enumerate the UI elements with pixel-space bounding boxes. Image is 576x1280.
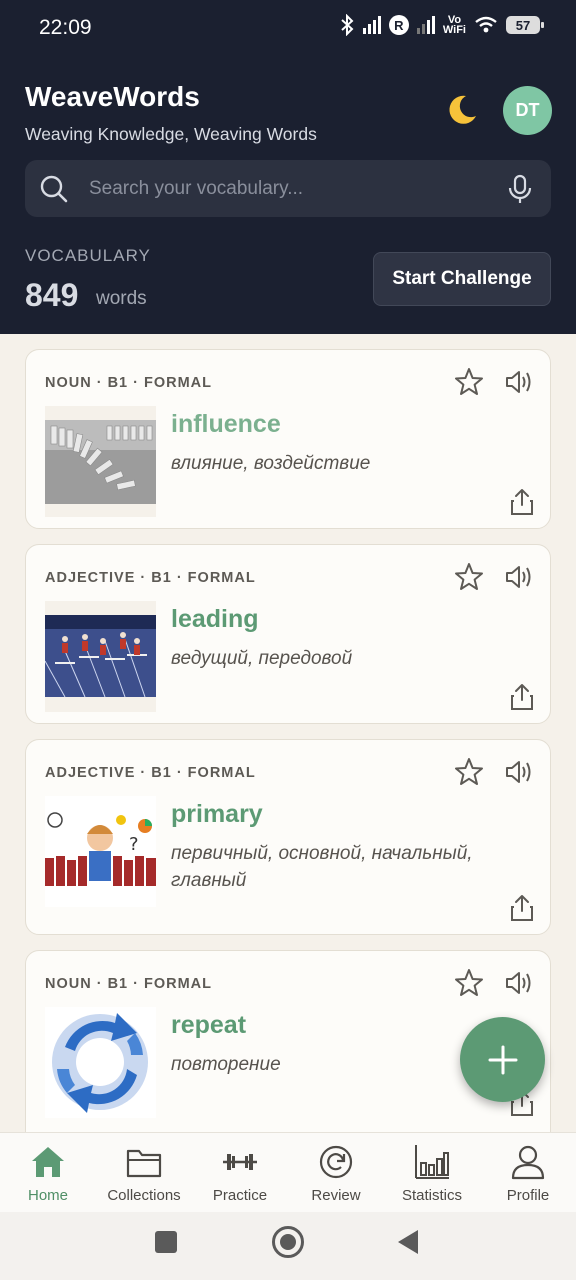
nav-label: Practice (212, 1187, 268, 1204)
share-icon[interactable] (510, 683, 534, 711)
word-card[interactable]: NOUN · B1 · FORMAL influence влияние, во… (25, 349, 551, 529)
bottom-nav: Home Collections Practice Review Statist… (0, 1132, 576, 1212)
add-word-button[interactable] (460, 1017, 545, 1102)
vocabulary-unit: words (96, 288, 147, 309)
search-input[interactable] (89, 160, 489, 217)
word-translation: первичный, основной, начальный, главный (171, 843, 473, 891)
share-icon[interactable] (510, 894, 534, 922)
vowifi-indicator: Vo WiFi (442, 14, 466, 36)
home-icon (32, 1147, 64, 1177)
word-tags: NOUN · B1 · FORMAL (45, 375, 213, 391)
system-nav-bar (0, 1212, 576, 1280)
word-image-dominoes (45, 406, 156, 517)
wifi-icon (475, 16, 497, 33)
word-card[interactable]: ADJECTIVE · B1 · FORMAL leading ведущий,… (25, 544, 551, 724)
search-icon (40, 175, 68, 203)
app-header: 22:09 R Vo WiFi 57 WeaveWords Weaving Kno… (0, 0, 576, 334)
nav-statistics[interactable]: Statistics (384, 1133, 480, 1213)
star-icon[interactable] (454, 562, 484, 592)
word-card[interactable]: ADJECTIVE · B1 · FORMAL ? primary первич… (25, 739, 551, 935)
bluetooth-icon (341, 14, 354, 36)
nav-profile[interactable]: Profile (480, 1133, 576, 1213)
speaker-icon[interactable] (504, 563, 534, 591)
star-icon[interactable] (454, 968, 484, 998)
dumbbell-icon (223, 1154, 257, 1170)
folder-icon (126, 1149, 162, 1178)
bar-chart-icon (415, 1145, 449, 1179)
status-icons: R Vo WiFi 57 (339, 14, 544, 36)
cell-signal-2-icon (416, 16, 435, 34)
moon-icon[interactable] (444, 92, 480, 128)
word-image-school-child: ? (45, 796, 156, 907)
app-title: WeaveWords (25, 81, 200, 112)
nav-home[interactable]: Home (0, 1133, 96, 1213)
nav-practice[interactable]: Practice (192, 1133, 288, 1213)
word-title: repeat (171, 1011, 247, 1039)
vocabulary-count: 849 (25, 277, 79, 313)
avatar[interactable]: DT (503, 86, 552, 135)
search-bar (25, 160, 551, 217)
speaker-icon[interactable] (504, 969, 534, 997)
home-button[interactable] (272, 1226, 304, 1258)
word-title: leading (171, 605, 259, 633)
status-time: 22:09 (39, 16, 92, 39)
user-icon (511, 1145, 545, 1180)
vocabulary-label: VOCABULARY (25, 246, 151, 265)
word-translation: влияние, воздействие (171, 453, 371, 474)
nav-review[interactable]: Review (288, 1133, 384, 1213)
share-icon[interactable] (510, 488, 534, 516)
star-icon[interactable] (454, 757, 484, 787)
star-icon[interactable] (454, 367, 484, 397)
nav-label: Collections (107, 1187, 181, 1204)
nav-label: Statistics (401, 1187, 462, 1204)
word-list: NOUN · B1 · FORMAL influence влияние, во… (0, 334, 576, 1132)
word-title: primary (171, 800, 263, 828)
microphone-icon[interactable] (507, 174, 533, 204)
speaker-icon[interactable] (504, 368, 534, 396)
word-tags: ADJECTIVE · B1 · FORMAL (45, 765, 256, 781)
speaker-icon[interactable] (504, 758, 534, 786)
app-subtitle: Weaving Knowledge, Weaving Words (25, 124, 317, 144)
cell-signal-icon (362, 16, 381, 34)
nav-label: Review (311, 1187, 361, 1204)
start-challenge-button[interactable]: Start Challenge (373, 252, 551, 306)
svg-text:?: ? (129, 834, 139, 855)
word-tags: ADJECTIVE · B1 · FORMAL (45, 570, 256, 586)
nav-label: Profile (506, 1187, 550, 1204)
status-bar: 22:09 R Vo WiFi 57 (0, 0, 576, 56)
word-image-hurdle-race (45, 601, 156, 712)
recent-apps-button[interactable] (155, 1231, 177, 1253)
refresh-icon (319, 1145, 353, 1179)
battery-icon: 57 (506, 16, 544, 34)
back-button[interactable] (398, 1230, 418, 1254)
word-image-circular-arrows (45, 1007, 156, 1118)
nav-collections[interactable]: Collections (96, 1133, 192, 1213)
roaming-badge: R (388, 15, 409, 35)
nav-label: Home (27, 1187, 68, 1204)
word-title: influence (171, 410, 281, 438)
word-tags: NOUN · B1 · FORMAL (45, 976, 213, 992)
word-translation: ведущий, передовой (171, 648, 353, 669)
plus-icon (488, 1045, 517, 1074)
